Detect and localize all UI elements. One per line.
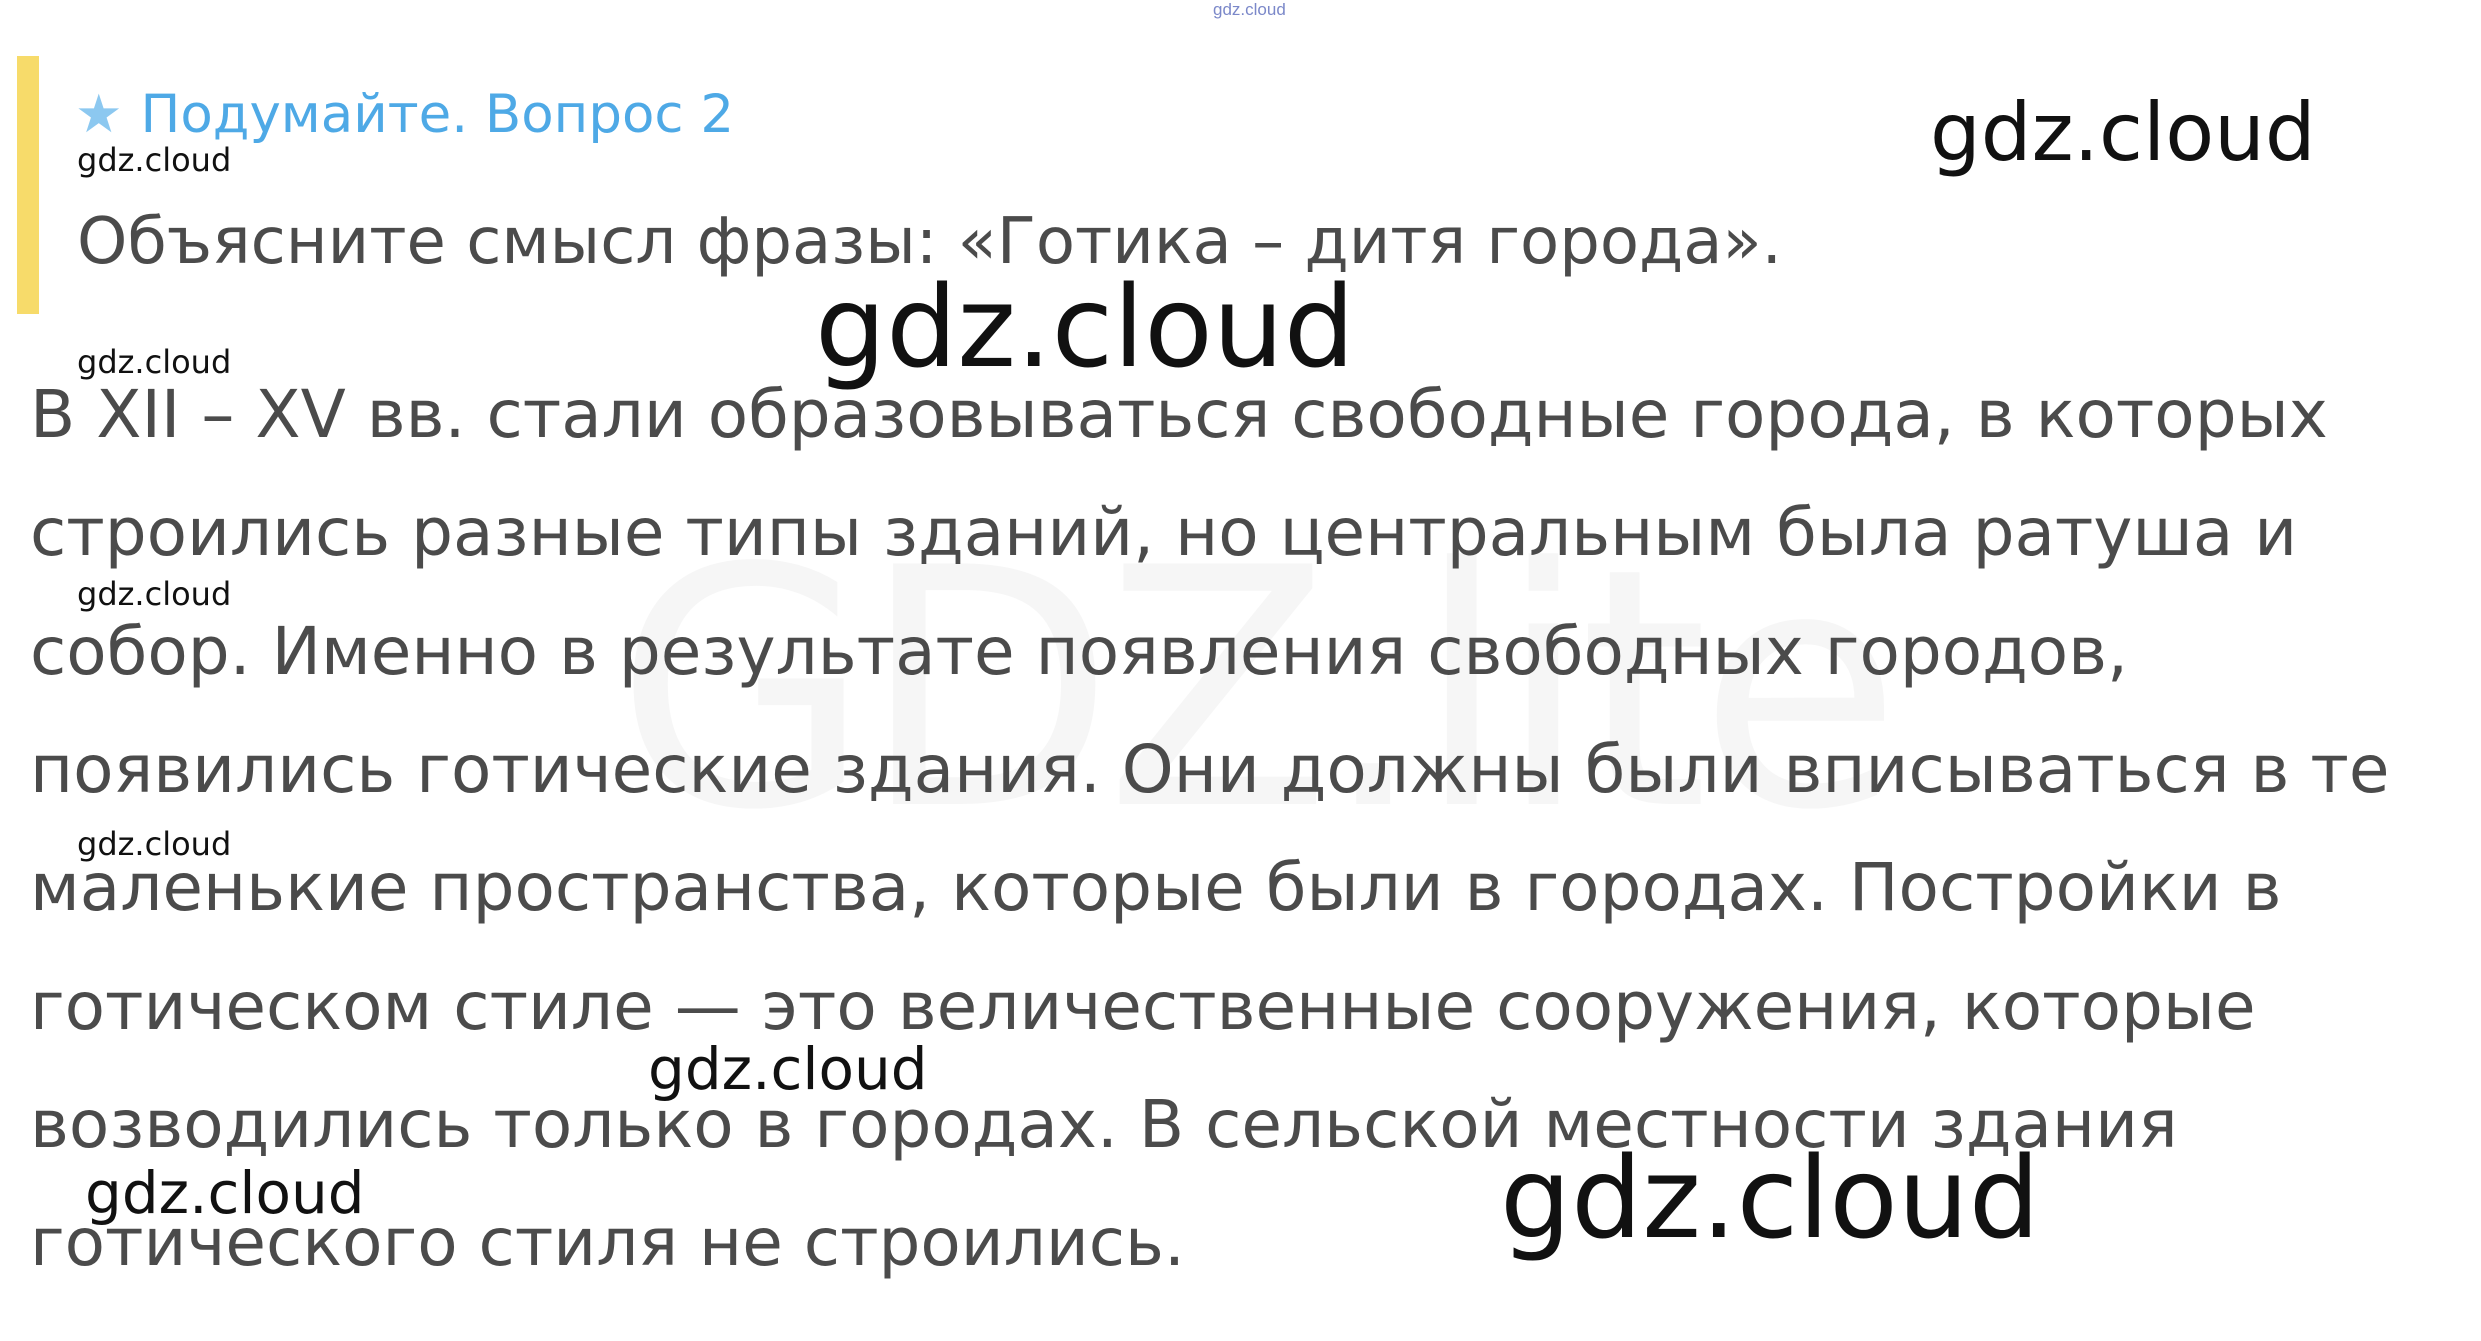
watermark-label: gdz.cloud (85, 1159, 365, 1227)
watermark-label: gdz.cloud (648, 1035, 928, 1103)
watermark-label: gdz.cloud (77, 575, 232, 613)
watermark-label: gdz.cloud (1500, 1134, 2040, 1264)
watermark-label: gdz.cloud (77, 343, 232, 381)
question-title[interactable]: Подумайте. Вопрос 2 (141, 84, 735, 145)
star-icon: ★ (75, 84, 123, 145)
top-watermark: gdz.cloud (1213, 0, 1286, 19)
watermark-label: gdz.cloud (815, 263, 1355, 393)
answer-line: готическом стиле — это величественные со… (30, 968, 2256, 1045)
watermark-label: gdz.cloud (77, 825, 232, 863)
answer-line: появились готические здания. Они должны … (30, 731, 2390, 808)
question-accent-bar (17, 56, 39, 314)
question-header: ★ Подумайте. Вопрос 2 (75, 88, 734, 141)
watermark-label: gdz.cloud (1930, 86, 2316, 179)
answer-line: строились разные типы зданий, но централ… (30, 494, 2298, 571)
answer-line: собор. Именно в результате появления сво… (30, 613, 2129, 690)
watermark-label: gdz.cloud (77, 141, 232, 179)
answer-line: маленькие пространства, которые были в г… (30, 849, 2282, 926)
